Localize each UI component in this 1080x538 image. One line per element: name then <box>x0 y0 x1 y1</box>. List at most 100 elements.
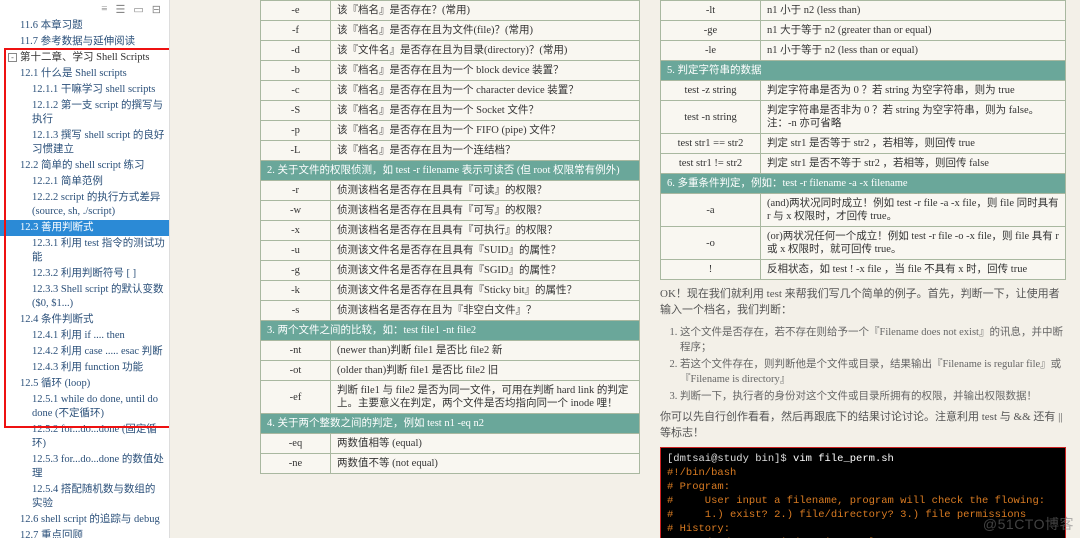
table-row: -e该『档名』是否存在？(常用) <box>261 1 640 21</box>
desc-cell: (and)两状况同时成立！例如 test -r file -a -x file，… <box>761 194 1066 227</box>
desc-cell: 判定字符串是否非为 0 ？若 string 为空字符串，则为 false。注：-… <box>761 101 1066 134</box>
table-row: -g侦测该文件名是否存在且具有『SGID』的属性？ <box>261 261 640 281</box>
desc-cell: 判定字符串是否为 0 ？若 string 为空字符串，则为 true <box>761 81 1066 101</box>
toc-item[interactable]: 12.2.2 script 的执行方式差异 (source, sh, ./scr… <box>0 190 169 220</box>
terminal-command: vim file_perm.sh <box>793 453 894 465</box>
table-row: -k侦测该文件名是否存在且具有『Sticky bit』的属性？ <box>261 281 640 301</box>
toc-item[interactable]: 12.4 条件判断式 <box>0 312 169 328</box>
test-options-table-b: -ltn1 小于 n2 (less than)-gen1 大于等于 n2 (gr… <box>660 0 1066 280</box>
table-row: -o(or)两状况任何一个成立！例如 test -r file -o -x fi… <box>661 227 1066 260</box>
table-row: -b该『档名』是否存在且为一个 block device 装置？ <box>261 61 640 81</box>
desc-cell: 两数值不等 (not equal) <box>331 454 640 474</box>
toc-item[interactable]: 11.7 参考数据与延伸阅读 <box>0 34 169 50</box>
toc-item[interactable]: 12.5.3 for...do...done 的数值处理 <box>0 452 169 482</box>
desc-cell: (older than)判断 file1 是否比 file2 旧 <box>331 361 640 381</box>
toc-item[interactable]: 12.5 循环 (loop) <box>0 376 169 392</box>
table-row: test str1 == str2判定 str1 是否等于 str2 ，若相等，… <box>661 134 1066 154</box>
desc-cell: 该『档名』是否存在且为文件(file)？(常用) <box>331 21 640 41</box>
toc-item[interactable]: 12.5.4 搭配随机数与数组的实验 <box>0 482 169 512</box>
section-cell: 5. 判定字符串的数据 <box>661 61 1066 81</box>
list-item: 若这个文件存在，则判断他是个文件或目录，结果输出『Filename is reg… <box>680 356 1066 386</box>
table-row: test -n string判定字符串是否非为 0 ？若 string 为空字符… <box>661 101 1066 134</box>
flag-cell: -c <box>261 81 331 101</box>
toc-item[interactable]: 12.4.1 利用 if .... then <box>0 328 169 344</box>
toc-item[interactable]: 12.3 善用判断式 <box>0 220 169 236</box>
toc-chapter[interactable]: -第十二章、学习 Shell Scripts <box>0 50 169 66</box>
table-row: -u侦测该文件名是否存在且具有『SUID』的属性？ <box>261 241 640 261</box>
toolbar-icon[interactable]: ⊟ <box>152 3 161 16</box>
flag-cell: -eq <box>261 434 331 454</box>
toc-item[interactable]: 12.7 重点回顾 <box>0 528 169 538</box>
desc-cell: 判断 file1 与 file2 是否为同一文件，可用在判断 hard link… <box>331 381 640 414</box>
table-row: -p该『档名』是否存在且为一个 FIFO (pipe) 文件？ <box>261 121 640 141</box>
paragraph: 你可以先自行创作看看，然后再跟底下的结果讨论讨论。注意利用 test 与 && … <box>660 409 1066 441</box>
toc-item[interactable]: 12.2 简单的 shell script 练习 <box>0 158 169 174</box>
flag-cell: test -z string <box>661 81 761 101</box>
toc-item[interactable]: 12.4.2 利用 case ..... esac 判断 <box>0 344 169 360</box>
table-row: -s侦测该档名是否存在且为『非空白文件』？ <box>261 301 640 321</box>
desc-cell: 该『档名』是否存在且为一个 Socket 文件？ <box>331 101 640 121</box>
table-row: test str1 != str2判定 str1 是否不等于 str2 ，若相等… <box>661 154 1066 174</box>
toolbar-icon[interactable]: ≡ <box>101 3 107 15</box>
table-row: -x侦测该档名是否存在且具有『可执行』的权限？ <box>261 221 640 241</box>
desc-cell: 判定 str1 是否等于 str2 ，若相等，则回传 true <box>761 134 1066 154</box>
flag-cell: -p <box>261 121 331 141</box>
table-row: -gen1 大于等于 n2 (greater than or equal) <box>661 21 1066 41</box>
toc-item[interactable]: 12.3.1 利用 test 指令的测试功能 <box>0 236 169 266</box>
flag-cell: test -n string <box>661 101 761 134</box>
toc-item[interactable]: 12.1 什么是 Shell scripts <box>0 66 169 82</box>
table-row: -a(and)两状况同时成立！例如 test -r file -a -x fil… <box>661 194 1066 227</box>
toc-item[interactable]: 12.6 shell script 的追踪与 debug <box>0 512 169 528</box>
terminal-line: # Program: <box>667 481 730 493</box>
desc-cell: (or)两状况任何一个成立！例如 test -r file -o -x file… <box>761 227 1066 260</box>
table-row: -f该『档名』是否存在且为文件(file)？(常用) <box>261 21 640 41</box>
toc-item[interactable]: 12.1.3 撰写 shell script 的良好习惯建立 <box>0 128 169 158</box>
section-cell: 4. 关于两个整数之间的判定，例如 test n1 -eq n2 <box>261 414 640 434</box>
flag-cell: ! <box>661 260 761 280</box>
toc-item[interactable]: 12.5.1 while do done, until do done (不定循… <box>0 392 169 422</box>
flag-cell: -o <box>661 227 761 260</box>
desc-cell: n1 小于 n2 (less than) <box>761 1 1066 21</box>
toc-item[interactable]: 12.1.1 干嘛学习 shell scripts <box>0 82 169 98</box>
toc-item[interactable]: 12.1.2 第一支 script 的撰写与执行 <box>0 98 169 128</box>
toc-sidebar: ≡ ☰ ▭ ⊟ 11.6 本章习题11.7 参考数据与延伸阅读-第十二章、学习 … <box>0 0 170 538</box>
desc-cell: 侦测该文件名是否存在且具有『SGID』的属性？ <box>331 261 640 281</box>
desc-cell: 该『档名』是否存在且为一个 character device 装置？ <box>331 81 640 101</box>
flag-cell: -nt <box>261 341 331 361</box>
flag-cell: -k <box>261 281 331 301</box>
table-row: -L该『档名』是否存在且为一个连结档？ <box>261 141 640 161</box>
flag-cell: -L <box>261 141 331 161</box>
toc-item[interactable]: 12.2.1 简单范例 <box>0 174 169 190</box>
list-item: 这个文件是否存在，若不存在则给予一个『Filename does not exi… <box>680 324 1066 354</box>
toc-item[interactable]: 12.4.3 利用 function 功能 <box>0 360 169 376</box>
desc-cell: (newer than)判断 file1 是否比 file2 新 <box>331 341 640 361</box>
toolbar-icon[interactable]: ☰ <box>116 3 126 16</box>
flag-cell: -e <box>261 1 331 21</box>
desc-cell: 侦测该档名是否存在且具有『可读』的权限？ <box>331 181 640 201</box>
flag-cell: -f <box>261 21 331 41</box>
section-cell: 6. 多重条件判定，例如：test -r filename -a -x file… <box>661 174 1066 194</box>
desc-cell: 两数值相等 (equal) <box>331 434 640 454</box>
section-cell: 3. 两个文件之间的比较，如：test file1 -nt file2 <box>261 321 640 341</box>
flag-cell: -r <box>261 181 331 201</box>
collapse-icon[interactable]: - <box>8 53 17 62</box>
toc-item[interactable]: 12.5.2 for...do...done (固定循环) <box>0 422 169 452</box>
table-row: test -z string判定字符串是否为 0 ？若 string 为空字符串… <box>661 81 1066 101</box>
flag-cell: test str1 != str2 <box>661 154 761 174</box>
flag-cell: -lt <box>661 1 761 21</box>
table-row: -w侦测该档名是否存在且具有『可写』的权限？ <box>261 201 640 221</box>
flag-cell: -ne <box>261 454 331 474</box>
ordered-notes: 这个文件是否存在，若不存在则给予一个『Filename does not exi… <box>680 324 1066 403</box>
table-row: -S该『档名』是否存在且为一个 Socket 文件？ <box>261 101 640 121</box>
toc-item[interactable]: 12.3.2 利用判断符号 [ ] <box>0 266 169 282</box>
table-row: 6. 多重条件判定，例如：test -r filename -a -x file… <box>661 174 1066 194</box>
section-cell: 2. 关于文件的权限侦测，如 test -r filename 表示可读否 (但… <box>261 161 640 181</box>
table-row: !反相状态，如 test ! -x file ，当 file 不具有 x 时，回… <box>661 260 1066 280</box>
desc-cell: 该『档名』是否存在且为一个 block device 装置？ <box>331 61 640 81</box>
table-row: -len1 小于等于 n2 (less than or equal) <box>661 41 1066 61</box>
table-row: -ot(older than)判断 file1 是否比 file2 旧 <box>261 361 640 381</box>
terminal-line: # History: <box>667 523 730 535</box>
toolbar-icon[interactable]: ▭ <box>133 3 143 16</box>
toc-item[interactable]: 11.6 本章习题 <box>0 18 169 34</box>
toc-item[interactable]: 12.3.3 Shell script 的默认变数 ($0, $1...) <box>0 282 169 312</box>
